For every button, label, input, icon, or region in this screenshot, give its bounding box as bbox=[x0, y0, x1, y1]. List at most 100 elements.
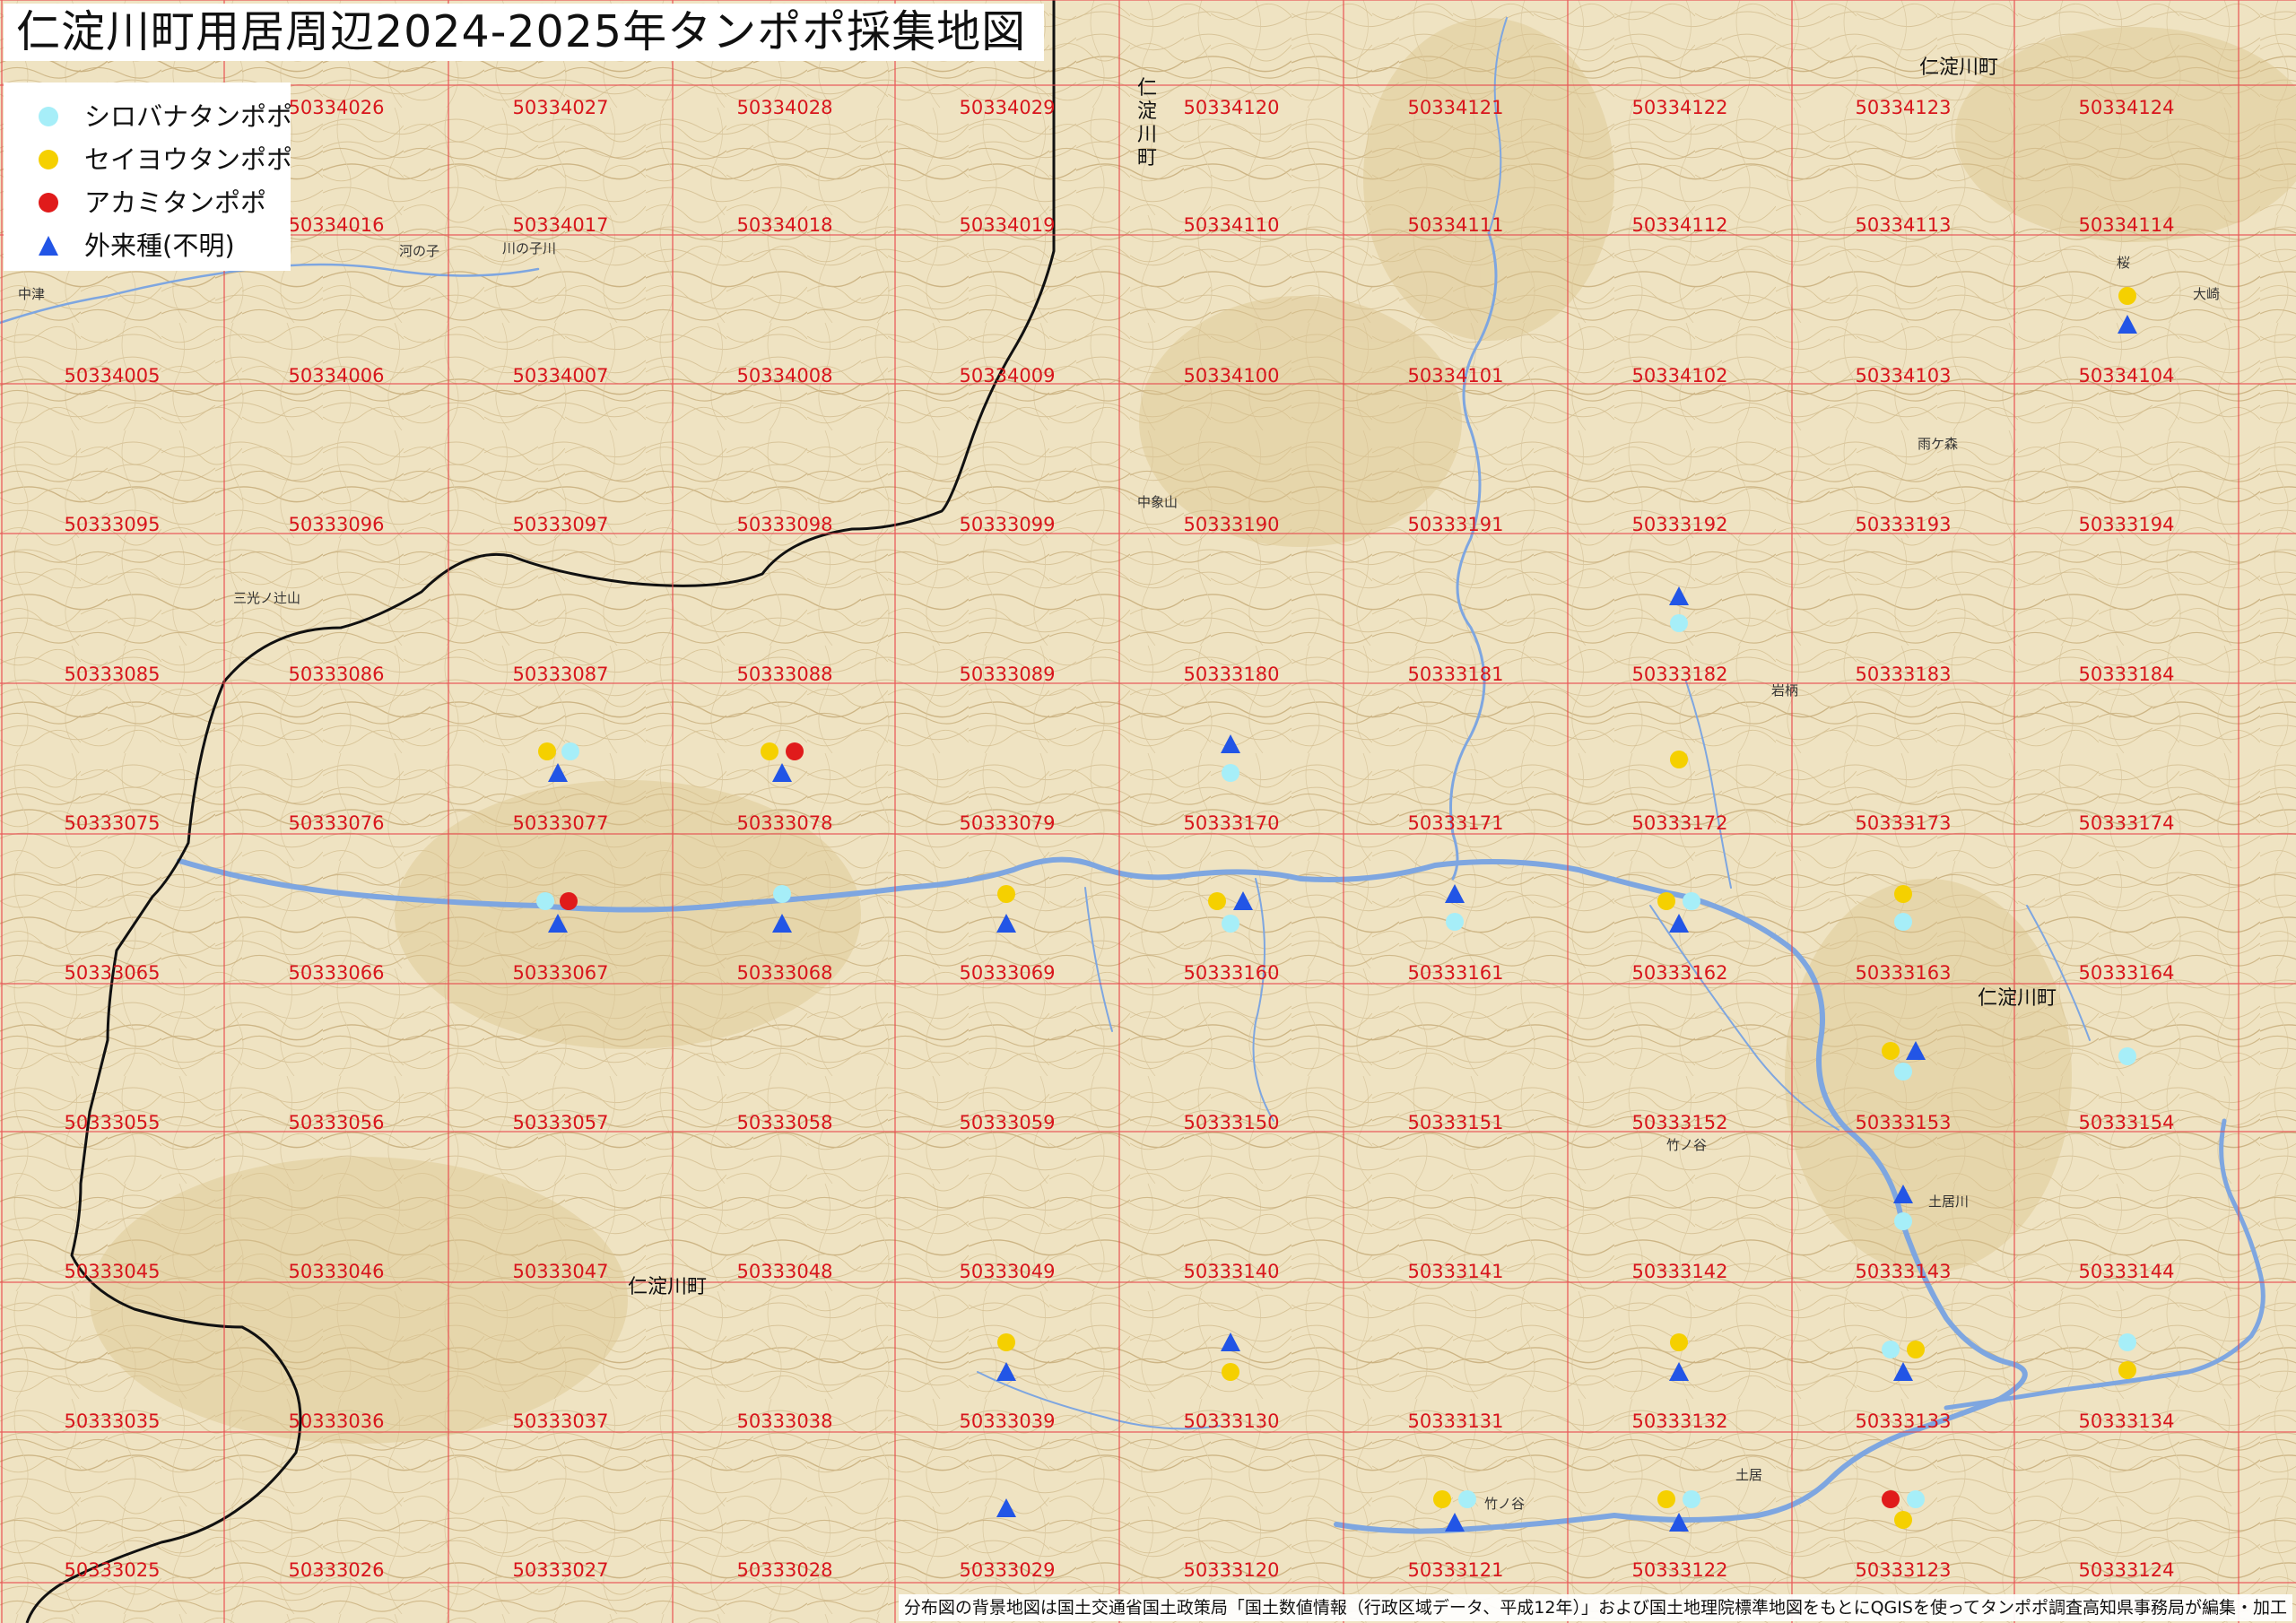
grid-cell-label: 50333182 bbox=[1632, 664, 1728, 685]
grid-cell-label: 50333025 bbox=[65, 1559, 161, 1581]
grid-cell-label: 50333049 bbox=[960, 1261, 1056, 1282]
town-label: 仁淀川町 bbox=[1978, 987, 2057, 1010]
place-label: 河の子 bbox=[399, 243, 439, 259]
seiyou-circle-marker bbox=[997, 1333, 1015, 1351]
grid-cell-label: 50333078 bbox=[737, 812, 833, 834]
shirobana-circle-marker bbox=[2118, 1333, 2136, 1351]
vertical-town-label: 仁淀川町 bbox=[1137, 77, 1157, 169]
grid-cell-label: 50333183 bbox=[1856, 664, 1952, 685]
map-title: 仁淀川町用居周辺2024-2025年タンポポ採集地図 bbox=[4, 4, 1045, 61]
shirobana-circle-marker bbox=[1894, 1212, 1912, 1230]
shirobana-circle-marker bbox=[1907, 1490, 1925, 1508]
grid-cell-label: 50333164 bbox=[2079, 962, 2175, 984]
shirobana-circle-marker bbox=[1458, 1490, 1476, 1508]
seiyou-circle-marker bbox=[761, 742, 778, 760]
grid-cell-label: 50333087 bbox=[513, 664, 609, 685]
grid-cell-label: 50333037 bbox=[513, 1410, 609, 1432]
grid-cell-label: 50333144 bbox=[2079, 1261, 2175, 1282]
place-label: 桜 bbox=[2117, 255, 2130, 271]
grid-cell-label: 50333130 bbox=[1184, 1410, 1280, 1432]
grid-cell-label: 50333150 bbox=[1184, 1112, 1280, 1133]
shirobana-circle-marker bbox=[1222, 915, 1239, 933]
grid-cell-label: 50333143 bbox=[1856, 1261, 1952, 1282]
seiyou-circle-marker bbox=[1670, 751, 1688, 768]
grid-cell-label: 50333123 bbox=[1856, 1559, 1952, 1581]
place-label: 中津 bbox=[18, 286, 45, 302]
seiyou-circle-marker bbox=[1208, 892, 1226, 910]
grid-cell-label: 50334110 bbox=[1184, 214, 1280, 236]
shirobana-circle-marker bbox=[1683, 892, 1700, 910]
topographic-map[interactable]: 50334026 50334027 50334028 50334029 50334120… bbox=[0, 0, 2296, 1623]
grid-cell-label: 50333048 bbox=[737, 1261, 833, 1282]
shirobana-circle-marker bbox=[1446, 913, 1464, 931]
legend-item-seiyou: セイヨウタンポポ bbox=[4, 140, 292, 179]
seiyou-circle-marker bbox=[1894, 885, 1912, 903]
shirobana-circle-marker bbox=[1882, 1341, 1900, 1358]
place-label: 岩柄 bbox=[1771, 682, 1798, 699]
grid-cell-label: 50333174 bbox=[2079, 812, 2175, 834]
grid-cell-label: 50334005 bbox=[65, 365, 161, 386]
grid-cell-label: 50333058 bbox=[737, 1112, 833, 1133]
grid-cell-label: 50333151 bbox=[1408, 1112, 1504, 1133]
grid-cell-label: 50333047 bbox=[513, 1261, 609, 1282]
grid-cell-label: 50334017 bbox=[513, 214, 609, 236]
grid-cell-label: 50334019 bbox=[960, 214, 1056, 236]
grid-cell-label: 50334122 bbox=[1632, 97, 1728, 118]
place-label: 竹ノ谷 bbox=[1666, 1137, 1707, 1153]
grid-cell-label: 50334111 bbox=[1408, 214, 1504, 236]
grid-cell-label: 50333059 bbox=[960, 1112, 1056, 1133]
place-label: 土居川 bbox=[1928, 1193, 1969, 1210]
shirobana-circle-marker bbox=[1683, 1490, 1700, 1508]
grid-cell-label: 50333173 bbox=[1856, 812, 1952, 834]
grid-cell-label: 50334009 bbox=[960, 365, 1056, 386]
grid-cell-label: 50333046 bbox=[289, 1261, 385, 1282]
grid-cell-label: 50333170 bbox=[1184, 812, 1280, 834]
grid-cell-label: 50333122 bbox=[1632, 1559, 1728, 1581]
grid-cell-label: 50333153 bbox=[1856, 1112, 1952, 1133]
place-label: 雨ケ森 bbox=[1918, 436, 1958, 452]
legend-label: 外来種(不明) bbox=[84, 230, 235, 261]
grid-cell-label: 50333088 bbox=[737, 664, 833, 685]
grid-cell-label: 50333066 bbox=[289, 962, 385, 984]
grid-cell-label: 50333191 bbox=[1408, 514, 1504, 535]
grid-cell-label: 50333161 bbox=[1408, 962, 1504, 984]
grid-cell-label: 50333096 bbox=[289, 514, 385, 535]
grid-cell-label: 50334008 bbox=[737, 365, 833, 386]
grid-cell-label: 50333134 bbox=[2079, 1410, 2175, 1432]
grid-cell-label: 50333098 bbox=[737, 514, 833, 535]
shirobana-circle-marker bbox=[536, 892, 554, 910]
grid-cell-label: 50333069 bbox=[960, 962, 1056, 984]
legend-item-gairai: 外来種(不明) bbox=[4, 226, 291, 265]
grid-cell-label: 50333077 bbox=[513, 812, 609, 834]
grid-cell-label: 50334103 bbox=[1856, 365, 1952, 386]
akami-circle-marker bbox=[560, 892, 578, 910]
grid-cell-label: 50333131 bbox=[1408, 1410, 1504, 1432]
grid-cell-label: 50333152 bbox=[1632, 1112, 1728, 1133]
grid-cell-label: 50333075 bbox=[65, 812, 161, 834]
grid-cell-label: 50334104 bbox=[2079, 365, 2175, 386]
town-label: 仁淀川町 bbox=[1919, 56, 1998, 79]
grid-cell-label: 50334124 bbox=[2079, 97, 2175, 118]
grid-cell-label: 50333124 bbox=[2079, 1559, 2175, 1581]
grid-cell-label: 50333171 bbox=[1408, 812, 1504, 834]
grid-cell-label: 50333036 bbox=[289, 1410, 385, 1432]
grid-cell-label: 50333056 bbox=[289, 1112, 385, 1133]
grid-cell-label: 50333163 bbox=[1856, 962, 1952, 984]
grid-cell-label: 50334029 bbox=[960, 97, 1056, 118]
legend: シロバナタンポポ セイヨウタンポポ アカミタンポポ 外来種(不明) bbox=[4, 82, 292, 271]
seiyou-circle-marker bbox=[1894, 1511, 1912, 1529]
grid-cell-label: 50333172 bbox=[1632, 812, 1728, 834]
grid-cell-label: 50333039 bbox=[960, 1410, 1056, 1432]
grid-cell-label: 50333035 bbox=[65, 1410, 161, 1432]
place-label: 三光ノ辻山 bbox=[233, 590, 300, 606]
seiyou-circle-marker bbox=[2118, 287, 2136, 305]
akami-circle-marker bbox=[786, 742, 804, 760]
place-label: 大崎 bbox=[2193, 286, 2220, 302]
grid-cell-label: 50334114 bbox=[2079, 214, 2175, 236]
grid-cell-label: 50333140 bbox=[1184, 1261, 1280, 1282]
grid-cell-label: 50334113 bbox=[1856, 214, 1952, 236]
grid-cell-label: 50333045 bbox=[65, 1261, 161, 1282]
grid-cell-label: 50334112 bbox=[1632, 214, 1728, 236]
grid-cell-label: 50333121 bbox=[1408, 1559, 1504, 1581]
grid-cell-label: 50333086 bbox=[289, 664, 385, 685]
